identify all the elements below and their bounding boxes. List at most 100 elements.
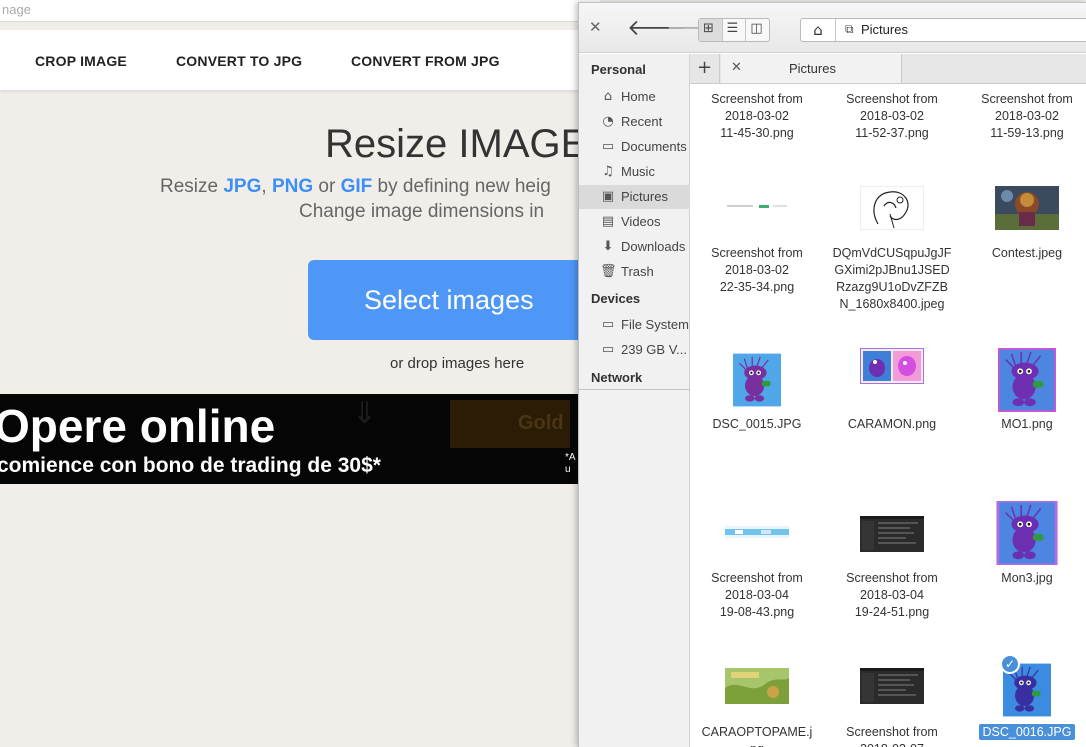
file-name: CARAOPTOPAME.j pg <box>690 724 824 747</box>
file-thumbnail <box>960 348 1086 412</box>
sidebar-item-label: Documents <box>621 139 687 154</box>
sidebar-section-devices: Devices <box>591 291 641 306</box>
file-name-line: Screenshot from <box>846 571 938 585</box>
format-jpg-link[interactable]: JPG <box>223 176 261 197</box>
file-name-line: Screenshot from <box>846 725 938 739</box>
file-name-line: pg <box>690 741 824 747</box>
file-name-line: 2018-03-02 <box>860 109 924 123</box>
file-name-line: 19-24-51.png <box>854 605 930 619</box>
sidebar-item-home[interactable]: ⌂ Home <box>579 85 690 109</box>
music-icon: ♫ <box>602 164 614 179</box>
page-title: Resize IMAGE <box>325 122 588 166</box>
sidebar-item-label: Videos <box>621 214 661 229</box>
file-thumbnail <box>825 186 959 230</box>
sidebar-item-label: File System <box>621 317 689 332</box>
drop-hint: or drop images here <box>390 355 525 372</box>
select-images-button[interactable]: Select images <box>308 260 608 340</box>
videos-icon: ▤ <box>601 214 615 229</box>
sidebar-item-trash[interactable]: 🗑 Trash <box>579 260 690 284</box>
sidebar-item-recent[interactable]: ◔ Recent <box>579 110 690 134</box>
folder-icon: ⧉ <box>845 22 854 36</box>
file-name-line: DSC_0015.JPG <box>712 417 802 431</box>
file-name-line: Mon3.jpg <box>1001 571 1053 585</box>
sidebar-item-pictures[interactable]: ▣ Pictures <box>579 185 690 209</box>
sidebar-item-label: Trash <box>621 264 654 279</box>
format-png-link[interactable]: PNG <box>272 176 313 197</box>
ad-fine-print: *A u <box>565 452 576 476</box>
tab-pictures[interactable]: ✕ Pictures <box>721 54 902 83</box>
columns-icon: ◫ <box>750 21 763 36</box>
file-name: DQmVdCUSqpuJgJF GXimi2pJBnu1JSED Rzazg9U1o… <box>825 245 959 313</box>
desc-sep-1: , <box>261 176 272 197</box>
file-name: Screenshot from 2018-03-02 22-35-34.png <box>690 245 824 296</box>
file-name-line: Screenshot from <box>711 246 803 260</box>
tab-close-icon[interactable]: ✕ <box>731 60 742 75</box>
file-name: Screenshot from 2018-03-02 11-45-30.png <box>690 91 824 142</box>
file-name-line: 2018-03-02 <box>725 109 789 123</box>
pictures-icon: ▣ <box>601 189 615 204</box>
view-mode-switcher: ⊞ ☰ ◫ <box>698 18 770 42</box>
file-name-line: CARAOPTOPAME.j <box>701 725 813 739</box>
sidebar-item-label: 239 GB V... <box>621 342 688 357</box>
nav-convert-from-jpg[interactable]: CONVERT FROM JPG <box>351 53 500 69</box>
sidebar-item-file-system[interactable]: ▭ File System <box>579 313 690 337</box>
file-name: Screenshot from 2018-03-02 11-52-37.png <box>825 91 959 142</box>
file-icon-grid: Screenshot from 2018-03-02 11-45-30.png Scr… <box>690 84 1086 747</box>
column-view-button[interactable]: ◫ <box>746 19 769 41</box>
sidebar-item-music[interactable]: ♫ Music <box>579 160 690 184</box>
sidebar-divider <box>579 389 690 390</box>
nav-convert-to-jpg[interactable]: CONVERT TO JPG <box>176 53 302 69</box>
file-manager-toolbar: ✕ 🡐 🡒 ⊞ ☰ ◫ ⌂ ⧉ Pictures <box>579 3 1086 53</box>
address-text: nage <box>2 2 31 17</box>
downloads-icon: ⬇ <box>602 239 614 254</box>
file-name-line: 11-59-13.png <box>990 126 1064 140</box>
drive-icon: ▭ <box>601 342 615 357</box>
plus-icon: + <box>696 57 713 78</box>
sidebar-item-downloads[interactable]: ⬇ Downloads <box>579 235 690 259</box>
close-icon[interactable]: ✕ <box>589 18 602 36</box>
page-description-2: Change image dimensions in <box>299 201 545 222</box>
file-name: Mon3.jpg <box>960 570 1086 587</box>
file-name-line: MO1.png <box>1001 417 1053 431</box>
format-gif-link[interactable]: GIF <box>341 176 373 197</box>
sidebar-item-239-gb-v[interactable]: ▭ 239 GB V... <box>579 338 690 362</box>
file-name-line: DQmVdCUSqpuJgJF <box>832 246 952 260</box>
sidebar-item-videos[interactable]: ▤ Videos <box>579 210 690 234</box>
file-name-line: 2018-03-07 <box>825 741 959 747</box>
file-name-line: 11-45-30.png <box>720 126 794 140</box>
file-name-line: N_1680x8400.jpeg <box>839 297 945 311</box>
file-name: MO1.png <box>960 416 1086 433</box>
icon-view-button[interactable]: ⊞ <box>699 19 723 41</box>
ad-banner[interactable]: ⇓ Gold Opere online comience con bono de… <box>0 394 600 484</box>
new-tab-button[interactable]: + <box>690 54 720 83</box>
path-home-button[interactable]: ⌂ <box>801 19 836 41</box>
file-name-line: 2018-03-04 <box>725 588 789 602</box>
ad-gold-badge: Gold <box>450 400 570 448</box>
selected-check-icon[interactable]: ✓ <box>1000 654 1020 674</box>
ad-arrow-icon: ⇓ <box>352 396 378 431</box>
sidebar-item-label: Pictures <box>621 189 668 204</box>
file-name: Screenshot from 2018-03-04 19-24-51.png <box>825 570 959 621</box>
file-name: DSC_0016.JPG <box>960 724 1086 741</box>
address-bar[interactable]: nage <box>0 0 600 22</box>
file-name-line: Rzazg9U1oDvZFZB <box>836 280 948 294</box>
sidebar-item-documents[interactable]: ▭ Documents <box>579 135 690 159</box>
path-segment-pictures[interactable]: Pictures <box>861 22 908 37</box>
list-view-button[interactable]: ☰ <box>723 19 747 41</box>
file-name: Screenshot from 2018-03-04 19-08-43.png <box>690 570 824 621</box>
documents-icon: ▭ <box>601 139 615 154</box>
file-name-line: Screenshot from <box>846 92 938 106</box>
file-name-line: 2018-03-04 <box>860 588 924 602</box>
file-name-line: CARAMON.png <box>847 417 937 431</box>
nav-crop-image[interactable]: CROP IMAGE <box>35 53 127 69</box>
file-name-line: 11-52-37.png <box>855 126 929 140</box>
places-sidebar: Personal ⌂ Home ◔ Recent ▭ Documents ♫ Music ▣ Pic… <box>579 54 690 747</box>
ad-fine-print-1: *A <box>565 452 576 463</box>
file-name-line: 2018-03-02 <box>725 263 789 277</box>
file-name-line: Screenshot from <box>981 92 1073 106</box>
site-navigation: CROP IMAGE CONVERT TO JPG CONVERT FROM J… <box>0 30 600 90</box>
drive-icon: ▭ <box>601 317 615 332</box>
file-thumbnail <box>690 202 824 212</box>
grid-icon: ⊞ <box>703 21 714 36</box>
file-thumbnail <box>825 516 959 552</box>
